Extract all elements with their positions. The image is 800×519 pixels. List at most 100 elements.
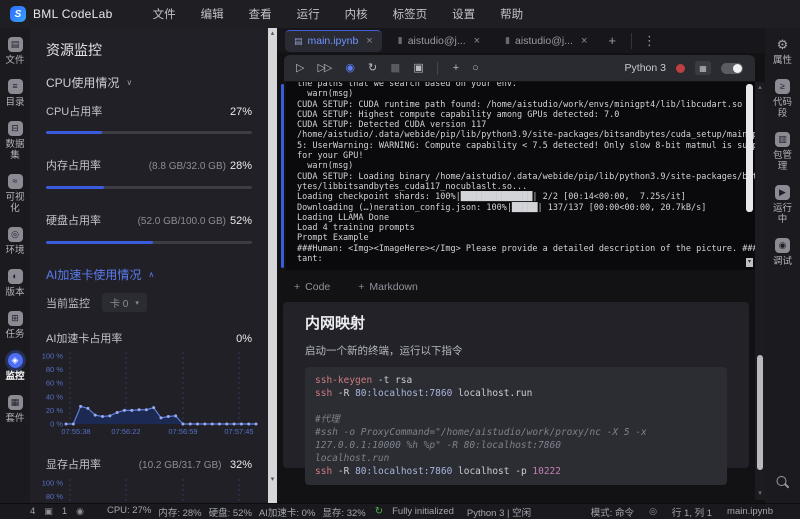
interrupt-button[interactable]: ▮▮ <box>390 62 400 74</box>
outline-icon: ≡ <box>7 79 23 94</box>
card-select-dropdown[interactable]: 卡 0 ▾ <box>102 293 147 312</box>
sidebar-item-files[interactable]: ▤ 文件 <box>1 37 29 74</box>
sidebar-item-environment[interactable]: ◎ 环境 <box>1 227 29 264</box>
restart-run-button[interactable]: ◉ <box>345 62 355 74</box>
scroll-down-icon[interactable]: ▾ <box>746 258 753 267</box>
run-all-button[interactable]: ▷▷ <box>317 62 332 74</box>
search-icon[interactable] <box>776 476 789 489</box>
scroll-down-icon[interactable]: ▾ <box>755 489 765 499</box>
editor-mode[interactable]: 模式: 命令 <box>591 505 634 519</box>
save-notebook-button[interactable]: ▣ <box>413 62 424 74</box>
tab-terminal-2[interactable]: ▮ aistudio@j... × <box>496 30 596 51</box>
terminal-icon: ▮ <box>505 35 511 45</box>
sidebar-item-visualization[interactable]: ≈ 可视化 <box>1 174 29 222</box>
close-icon[interactable]: × <box>366 35 372 47</box>
environment-icon: ◎ <box>7 227 23 242</box>
scroll-up-icon[interactable]: ▴ <box>755 83 765 93</box>
tab-main-ipynb[interactable]: ▤ main.ipynb × <box>285 29 382 52</box>
add-markdown-cell-button[interactable]: + Markdown <box>358 281 418 293</box>
sidebar-item-debug[interactable]: ◉ 调试 <box>769 238 797 275</box>
resource-row-disk: 硬盘占用率 (52.0 GB/100.0 GB) 52% <box>46 213 252 244</box>
panel-title: 资源监控 <box>46 42 102 58</box>
restart-kernel-button[interactable]: ↻ <box>368 62 377 74</box>
code-line: localhost.run <box>315 453 390 464</box>
sidebar-item-running[interactable]: ▶ 运行中 <box>769 185 797 233</box>
panel-scrollbar[interactable]: ▴ ▾ <box>268 28 277 503</box>
notebook-scrollbar[interactable]: ▴ ▾ <box>755 82 765 500</box>
output-scrollbar-thumb[interactable] <box>746 84 753 213</box>
plus-icon: + <box>358 281 365 293</box>
sync-icon: ↻ <box>374 506 384 517</box>
terminal-line: Loading LLAMA Done <box>297 212 390 223</box>
kernel-busy-icon <box>676 63 685 73</box>
sidebar-item-version[interactable]: ◐ 版本 <box>1 269 29 306</box>
vram-usage-value: 32% <box>229 459 252 471</box>
code-line: ssh-keygen -t rsa <box>315 375 413 386</box>
sidebar-item-code-snippets[interactable]: ≥ 代码段 <box>769 79 797 127</box>
kernel-status[interactable]: Python 3 | 空闲 <box>467 505 531 519</box>
plus-icon: + <box>294 281 301 293</box>
init-status: Fully initialized <box>392 506 454 517</box>
dataset-icon: ⊟ <box>7 121 23 136</box>
menu-run[interactable]: 运行 <box>297 6 320 22</box>
markdown-cell[interactable]: 内网映射 启动一个新的终端，运行以下指令 ssh-keygen -t rsa ss… <box>283 302 749 485</box>
menu-file[interactable]: 文件 <box>153 6 176 22</box>
kernels-count[interactable]: 1 <box>62 506 67 517</box>
terminal-line: ytes/libbitsandbytes_cuda117_nocublaslt.… <box>297 181 528 192</box>
chevron-up-icon: ∧ <box>148 270 155 279</box>
menu-settings[interactable]: 设置 <box>452 6 475 22</box>
sidebar-item-properties[interactable]: ⚙ 属性 <box>769 37 797 74</box>
sidebar-item-outline[interactable]: ≡ 目录 <box>1 79 29 116</box>
folder-icon: ▤ <box>7 37 23 52</box>
tab-terminal-1[interactable]: ▮ aistudio@j... × <box>389 30 489 51</box>
cpu-section-title: CPU使用情况 <box>46 76 120 90</box>
sidebar-item-tasks[interactable]: ⊞ 任务 <box>1 311 29 348</box>
vram-usage-chart: 100 %80 %60 % <box>36 475 252 503</box>
menu-view[interactable]: 查看 <box>249 6 272 22</box>
terminal-line: Load 4 training prompts <box>297 223 415 234</box>
notebook-scrollbar-thumb[interactable] <box>757 355 763 470</box>
record-button[interactable]: ○ <box>472 62 479 74</box>
menu-kernel[interactable]: 内核 <box>345 6 368 22</box>
chevron-down-icon: ∨ <box>126 78 133 87</box>
sidebar-item-suite[interactable]: ▦ 套件 <box>1 395 29 432</box>
add-code-cell-button[interactable]: + Code <box>294 281 330 293</box>
menu-tabs[interactable]: 标签页 <box>393 6 428 22</box>
add-cell-button[interactable]: + <box>453 62 460 74</box>
ai-usage-value: 0% <box>236 333 252 345</box>
cpu-section-header[interactable]: CPU使用情况 ∨ <box>46 76 252 90</box>
cursor-position[interactable]: 行 1, 列 1 <box>672 505 712 519</box>
active-cell-indicator[interactable] <box>281 84 284 268</box>
sidebar-item-monitor[interactable]: ◈ 监控 <box>1 353 29 390</box>
close-icon[interactable]: × <box>581 35 587 47</box>
toggle-switch[interactable] <box>721 62 743 74</box>
monitor-icon: ◈ <box>7 353 23 368</box>
ai-section-header[interactable]: AI加速卡使用情况 ∧ <box>46 268 252 282</box>
output-cell: the paths that we search based on your e… <box>281 82 755 270</box>
menu-help[interactable]: 帮助 <box>500 6 523 22</box>
sidebar-item-label: 可视化 <box>5 192 25 214</box>
cell-output-terminal[interactable]: the paths that we search based on your e… <box>286 82 755 270</box>
scroll-up-icon[interactable]: ▴ <box>268 29 277 39</box>
sidebar-item-dataset[interactable]: ⊟ 数据集 <box>1 121 29 169</box>
kernel-name[interactable]: Python 3 <box>625 62 666 74</box>
sidebar-item-label: 环境 <box>5 245 25 256</box>
code-line: ssh -R 80:localhost:7860 localhost.run <box>315 388 533 399</box>
terminals-count[interactable]: 4 <box>30 506 35 517</box>
shield-icon[interactable]: ◎ <box>649 506 657 517</box>
output-scrollbar[interactable]: ▾ <box>746 84 753 267</box>
svg-text:60 %: 60 % <box>46 379 63 388</box>
usage-value: 28% <box>229 160 252 172</box>
sidebar-item-label: 代码段 <box>772 97 792 119</box>
new-tab-button[interactable]: + <box>603 33 621 48</box>
svg-text:100 %: 100 % <box>42 352 64 361</box>
keyboard-icon[interactable]: ▦ <box>695 61 711 75</box>
status-bar: 4 ▣ 1 ◉ CPU: 27% 内存: 28% 硬盘: 52% AI加速卡: 0% 显… <box>0 503 800 519</box>
run-button[interactable]: ▷ <box>296 62 305 74</box>
close-icon[interactable]: × <box>474 35 480 47</box>
tab-menu-button[interactable]: ⋮ <box>630 32 661 49</box>
scroll-down-icon[interactable]: ▾ <box>268 475 277 485</box>
menu-edit[interactable]: 编辑 <box>201 6 224 22</box>
sidebar-item-package-manager[interactable]: ▥ 包管理 <box>769 132 797 180</box>
svg-text:80 %: 80 % <box>46 365 63 374</box>
